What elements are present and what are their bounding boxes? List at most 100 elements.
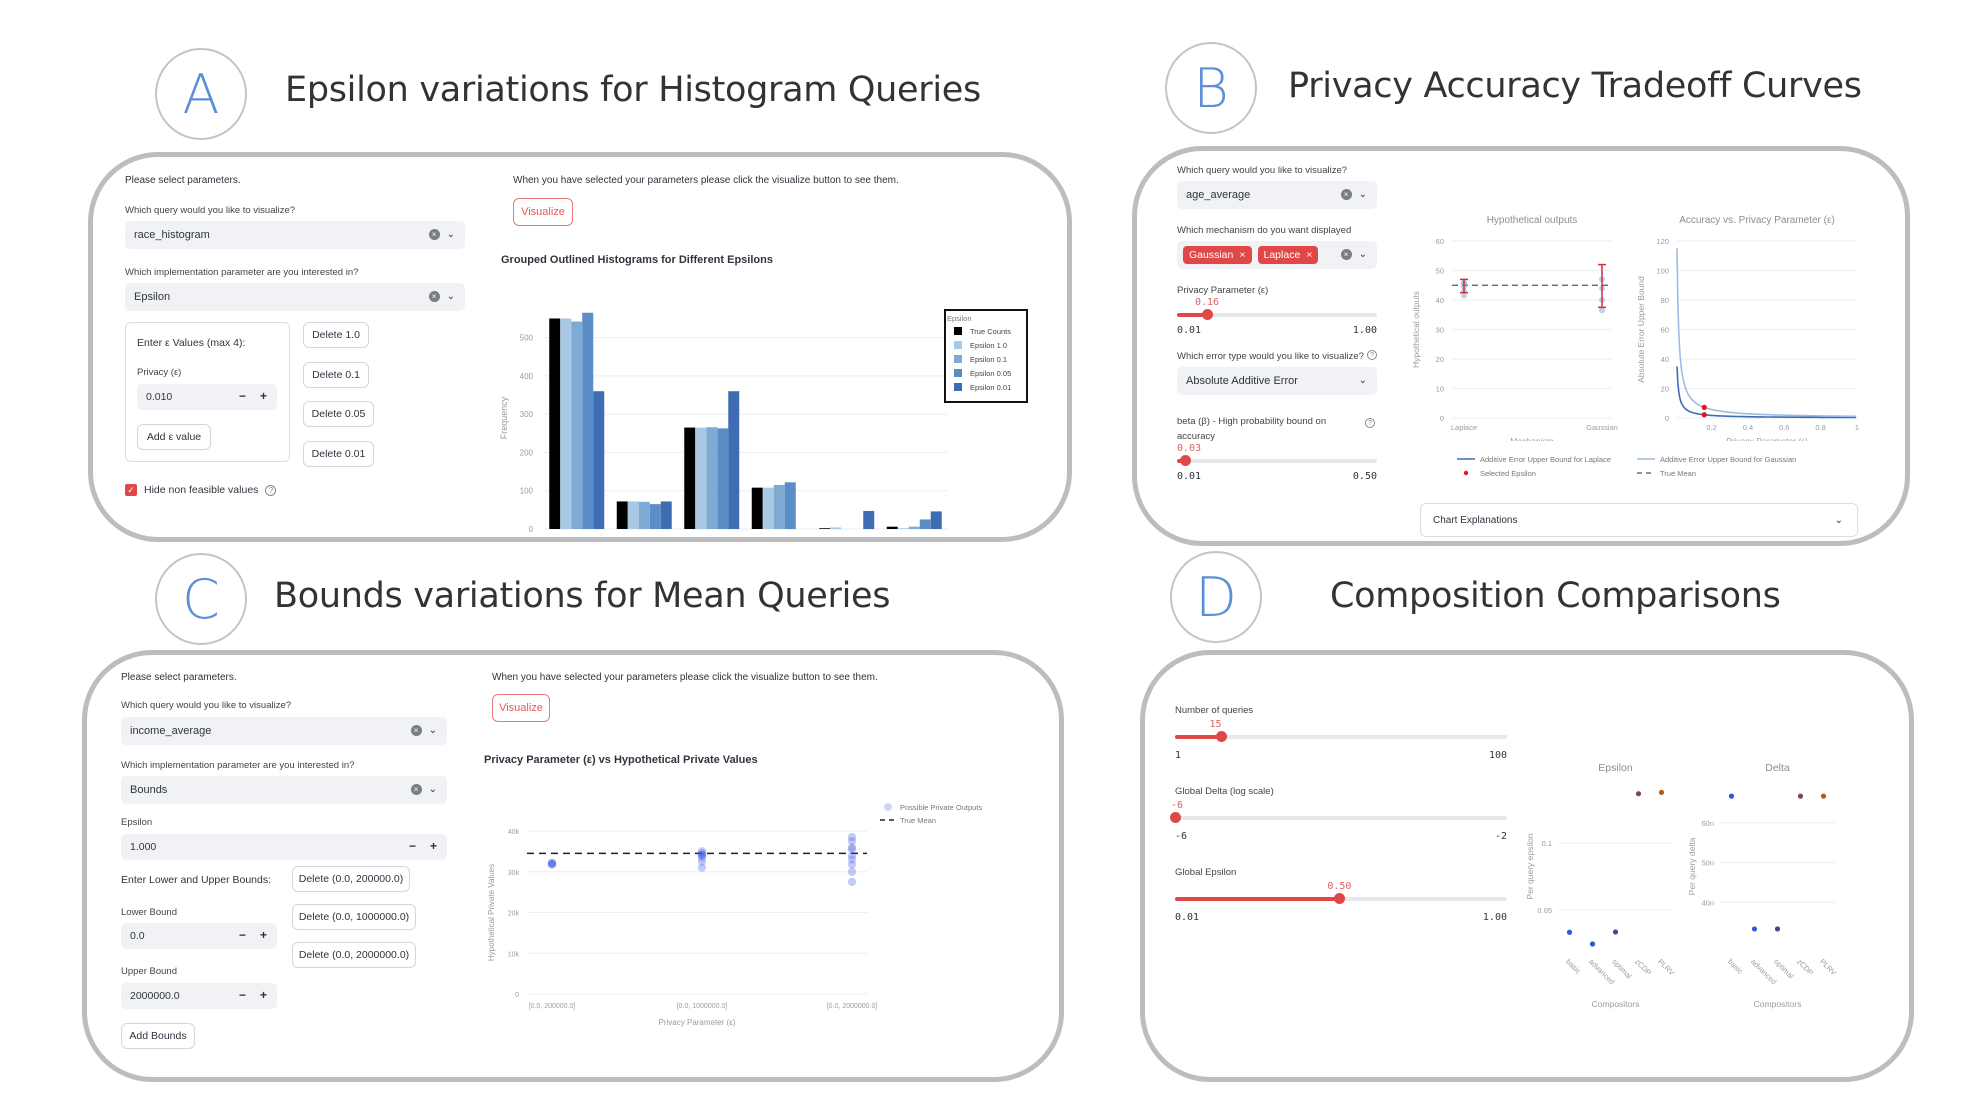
legend-label: True Mean: [900, 816, 936, 825]
plus-icon[interactable]: +: [430, 839, 437, 853]
slider-fill: [1175, 897, 1340, 901]
query-select[interactable]: race_histogram × ⌄: [125, 221, 465, 249]
global-epsilon-slider[interactable]: Global Epsilon 0.50 0.01 1.00: [1175, 867, 1510, 937]
output-point: [1599, 307, 1605, 314]
chevron-down-icon[interactable]: ⌄: [447, 229, 455, 240]
minus-icon[interactable]: −: [239, 928, 246, 942]
remove-tag-icon[interactable]: ×: [1306, 249, 1312, 261]
checkbox-checked-icon[interactable]: ✓: [125, 484, 137, 496]
slider-thumb[interactable]: [1202, 309, 1213, 320]
mechanism-tag-gaussian[interactable]: Gaussian ×: [1183, 246, 1252, 264]
legend-swatch: [954, 369, 962, 377]
chevron-down-icon[interactable]: ⌄: [1359, 189, 1367, 200]
delete-epsilon-button[interactable]: Delete 0.01: [303, 441, 374, 467]
x-axis-label: Mechanism: [1510, 436, 1553, 441]
lower-bound-input[interactable]: 0.0 − +: [121, 923, 277, 949]
compositor-point: [1658, 789, 1665, 795]
minus-icon[interactable]: −: [239, 389, 246, 403]
chart-explanations-expander[interactable]: Chart Explanations ⌄: [1420, 503, 1858, 537]
slider-value: 0.16: [1195, 297, 1220, 308]
y-tick-label: 0: [515, 992, 519, 999]
y-tick-label: 60: [1436, 237, 1444, 246]
slider-thumb[interactable]: [1170, 812, 1181, 823]
x-tick-label: basic: [1726, 957, 1745, 976]
help-icon[interactable]: ?: [1367, 350, 1377, 360]
delete-bounds-button[interactable]: Delete (0.0, 1000000.0): [292, 904, 416, 930]
delete-bounds-button[interactable]: Delete (0.0, 2000000.0): [292, 942, 416, 968]
param-label: Which implementation parameter are you i…: [125, 267, 359, 278]
chevron-down-icon[interactable]: ⌄: [1359, 249, 1367, 260]
x-axis-label: Compositors: [1754, 999, 1802, 1009]
chevron-down-icon[interactable]: ⌄: [1359, 375, 1367, 386]
y-tick-label: 100: [520, 487, 534, 496]
clear-icon[interactable]: ×: [1340, 189, 1352, 200]
x-tick-label: [0.0, 1000000.0]: [677, 1003, 728, 1010]
query-label: Which query would you like to visualize?: [125, 205, 296, 216]
beta-slider[interactable]: 0.03 0.01 0.50: [1177, 443, 1377, 483]
query-select[interactable]: income_average × ⌄: [121, 717, 447, 745]
global-delta-slider[interactable]: Global Delta (log scale) -6 -6 -2: [1170, 786, 1510, 856]
visualize-button[interactable]: Visualize: [513, 198, 573, 226]
mechanism-tag-laplace[interactable]: Laplace ×: [1257, 246, 1319, 264]
epsilon-value: 1.000: [130, 841, 157, 853]
y-axis-label: Per query delta: [1687, 837, 1697, 895]
clear-icon[interactable]: ×: [428, 229, 440, 240]
chevron-down-icon[interactable]: ⌄: [429, 784, 437, 795]
chart-title: Privacy Parameter (ε) vs Hypothetical Pr…: [484, 754, 758, 766]
slider-track[interactable]: [1177, 459, 1377, 463]
query-select[interactable]: age_average × ⌄: [1177, 181, 1377, 209]
add-epsilon-button[interactable]: Add ε value: [137, 424, 211, 450]
legend-label: Selected Epsilon: [1480, 469, 1536, 478]
histogram-bar: [784, 482, 796, 529]
x-tick-label: [0.0, 2000000.0]: [827, 1003, 878, 1010]
num-queries-slider[interactable]: Number of queries 15 1 100: [1175, 705, 1510, 775]
error-type-select[interactable]: Absolute Additive Error ⌄: [1177, 367, 1377, 395]
epsilon-slider[interactable]: 0.16 0.01 1.00: [1177, 297, 1377, 337]
delete-epsilon-button[interactable]: Delete 0.1: [303, 362, 369, 388]
plus-icon[interactable]: +: [260, 389, 267, 403]
histogram-bar: [717, 428, 729, 529]
error-bound-curve: [1676, 248, 1857, 418]
y-tick-label: 10: [1436, 385, 1444, 394]
compositor-point: [1566, 929, 1573, 935]
private-output-point: [547, 859, 557, 869]
slider-thumb[interactable]: [1334, 893, 1346, 904]
upper-bound-input[interactable]: 2000000.0 − +: [121, 983, 277, 1009]
clear-icon[interactable]: ×: [410, 725, 422, 736]
remove-tag-icon[interactable]: ×: [1239, 249, 1245, 261]
plus-icon[interactable]: +: [260, 988, 267, 1002]
clear-icon[interactable]: ×: [1340, 249, 1352, 260]
epsilon-label: Epsilon: [121, 817, 153, 828]
slider-thumb[interactable]: [1216, 731, 1228, 742]
plus-icon[interactable]: +: [260, 928, 267, 942]
visualize-button[interactable]: Visualize: [492, 694, 550, 722]
param-select[interactable]: Epsilon × ⌄: [125, 283, 465, 311]
panel-d: Number of queries 15 1 100 Global Delta …: [1140, 650, 1914, 1082]
param-select[interactable]: Bounds × ⌄: [121, 776, 447, 804]
clear-icon[interactable]: ×: [410, 784, 422, 795]
mechanism-multiselect[interactable]: Gaussian × Laplace × × ⌄: [1177, 241, 1377, 269]
delete-bounds-button[interactable]: Delete (0.0, 200000.0): [292, 866, 410, 892]
delete-epsilon-button[interactable]: Delete 1.0: [303, 322, 369, 348]
legend-swatch: [1463, 470, 1469, 476]
delete-epsilon-button[interactable]: Delete 0.05: [303, 401, 374, 427]
minus-icon[interactable]: −: [409, 839, 416, 853]
y-tick-label: 30k: [508, 870, 520, 877]
clear-icon[interactable]: ×: [428, 291, 440, 302]
chevron-down-icon[interactable]: ⌄: [429, 725, 437, 736]
add-bounds-button[interactable]: Add Bounds: [121, 1023, 195, 1049]
privacy-value: 0.010: [146, 391, 173, 403]
privacy-number-input[interactable]: 0.010 − +: [137, 384, 277, 410]
slider-thumb[interactable]: [1180, 455, 1191, 466]
epsilon-number-input[interactable]: 1.000 − +: [121, 834, 447, 860]
chevron-down-icon[interactable]: ⌄: [447, 291, 455, 302]
help-icon[interactable]: ?: [1365, 418, 1375, 428]
chevron-down-icon[interactable]: ⌄: [1835, 515, 1843, 526]
panel-a: Please select parameters. Which query wo…: [88, 152, 1072, 542]
slider-max: 1.00: [1482, 912, 1507, 923]
slider-track[interactable]: [1175, 816, 1507, 820]
help-icon[interactable]: ?: [265, 484, 277, 496]
minus-icon[interactable]: −: [239, 988, 246, 1002]
hide-nonfeasible-checkbox[interactable]: ✓ Hide non feasible values ?: [125, 484, 277, 496]
y-tick-label: 0: [529, 525, 534, 534]
